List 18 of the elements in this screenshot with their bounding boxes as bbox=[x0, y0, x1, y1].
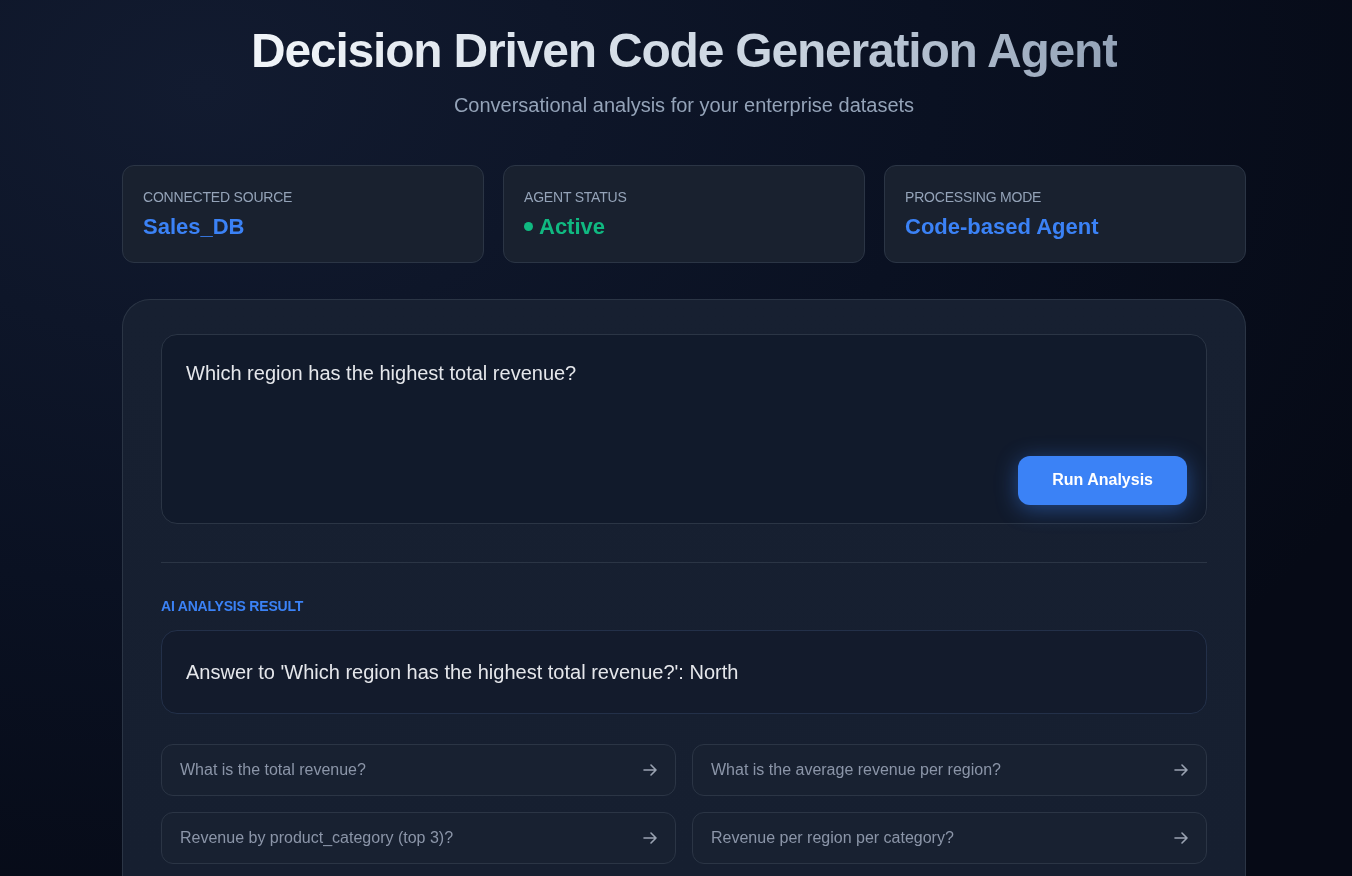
result-heading: AI ANALYSIS RESULT bbox=[161, 596, 304, 616]
result-answer: Answer to 'Which region has the highest total revenue?': North bbox=[186, 659, 739, 685]
suggestion-button[interactable]: What is the average revenue per region? bbox=[692, 743, 1207, 796]
stat-value: Sales_DB bbox=[143, 212, 245, 241]
stat-label: CONNECTED SOURCE bbox=[143, 187, 294, 207]
stat-label: PROCESSING MODE bbox=[905, 187, 1043, 207]
suggestion-button[interactable]: Revenue per region per category? bbox=[692, 811, 1207, 864]
arrow-right-icon bbox=[1174, 831, 1188, 844]
suggestion-button[interactable]: Revenue by product_category (top 3)? bbox=[161, 811, 676, 864]
arrow-right-icon bbox=[1174, 763, 1188, 776]
stat-value: Code-based Agent bbox=[905, 212, 1099, 241]
run-analysis-button[interactable]: Run Analysis bbox=[1018, 455, 1187, 505]
arrow-right-icon bbox=[643, 763, 657, 776]
stat-label: AGENT STATUS bbox=[524, 187, 628, 207]
suggestion-button[interactable]: What is the total revenue? bbox=[161, 743, 676, 796]
page-subtitle: Conversational analysis for your enterprise datasets bbox=[453, 92, 915, 118]
stat-value: Active bbox=[539, 212, 606, 241]
arrow-right-icon bbox=[643, 831, 657, 844]
